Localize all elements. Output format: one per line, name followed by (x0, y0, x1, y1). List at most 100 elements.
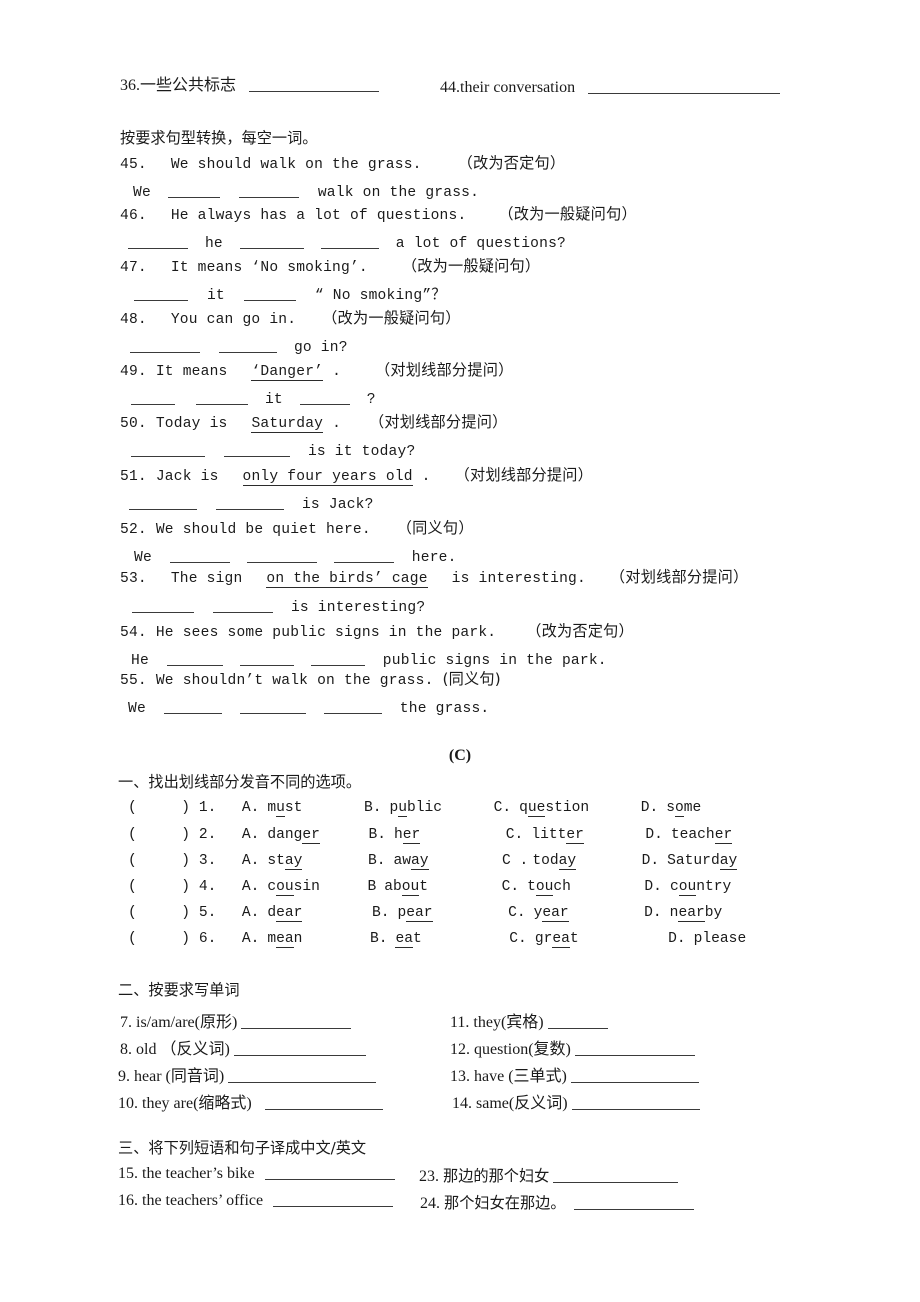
mc-paren-close[interactable]: ) (181, 800, 190, 816)
mc-option-2c[interactable]: C. litter (506, 827, 584, 844)
translate-item-16-blank[interactable] (273, 1191, 394, 1208)
question-55-blank-1[interactable] (163, 699, 222, 714)
mc-option-2a[interactable]: A. danger (242, 827, 320, 844)
question-52-blank-3[interactable] (333, 548, 394, 563)
question-53-prompt: 53. The sign on the birds’ cage is inter… (120, 569, 748, 588)
question-46-blank-1[interactable] (128, 234, 188, 249)
question-49-answer-mid: it (264, 391, 283, 408)
question-51-number: 51. (120, 469, 147, 485)
question-51-blank-2[interactable] (215, 495, 284, 510)
question-47-sentence: It means ‘No smoking’. (170, 260, 368, 276)
mc-option-1d[interactable]: D. some (641, 800, 701, 817)
question-49-blank-3[interactable] (299, 390, 350, 405)
mc-option-5c[interactable]: C. year (508, 905, 569, 922)
question-49-number: 49. (120, 364, 147, 380)
question-48-blank-1[interactable] (130, 338, 200, 353)
question-46-blank-2[interactable] (239, 234, 304, 249)
word-item-7-blank[interactable] (241, 1013, 352, 1029)
mc-option-3d-letter: D. (641, 853, 660, 869)
mc-option-6d[interactable]: D. please (668, 931, 746, 947)
word-item-9-blank[interactable] (228, 1067, 377, 1083)
question-55-sentence: We shouldn’t walk on the grass. (155, 673, 434, 689)
mc-paren-close[interactable]: ) (181, 853, 190, 869)
question-54-blank-3[interactable] (310, 651, 365, 666)
mc-option-3d[interactable]: D. Saturday (641, 853, 738, 870)
mc-paren-close[interactable]: ) (181, 931, 190, 947)
question-54-blank-1[interactable] (166, 651, 223, 666)
question-46-blank-3[interactable] (320, 234, 379, 249)
question-53-blank-1[interactable] (132, 598, 194, 613)
mc-option-1b[interactable]: B. public (364, 800, 442, 817)
word-item-14-blank[interactable] (571, 1094, 700, 1110)
question-49-sentence: It means (155, 364, 228, 380)
question-53-blank-2[interactable] (212, 598, 273, 613)
question-48-blank-2[interactable] (218, 338, 277, 353)
question-52-blank-1[interactable] (169, 548, 230, 563)
mc-question-4: ( ) 4. A. cousin Babout C. touch D. country (128, 879, 731, 896)
word-item-11-blank[interactable] (547, 1013, 608, 1029)
mc-option-2d-underlined: er (714, 827, 733, 844)
mc-option-3c-letter: C . (502, 853, 529, 869)
mc-option-1c-letter: C. (493, 800, 512, 816)
mc-option-4d-letter: D. (644, 879, 662, 895)
translate-item-24-number: 24. (420, 1195, 440, 1212)
translate-item-24-blank[interactable] (573, 1194, 694, 1210)
mc-option-4a[interactable]: A. cousin (242, 879, 320, 896)
item-36-blank[interactable] (249, 76, 380, 93)
mc-option-2a-pre: dang (267, 827, 303, 843)
mc-option-3c[interactable]: C . today (502, 853, 577, 870)
word-item-12-blank[interactable] (574, 1040, 695, 1056)
translate-item-16-label: the teachers’ office (142, 1192, 264, 1210)
mc-option-6c-letter: C. (509, 931, 527, 947)
part-c-heading: (C) (448, 747, 472, 764)
mc-option-3a[interactable]: A. stay (242, 853, 303, 870)
word-item-10-blank[interactable] (264, 1094, 383, 1110)
question-55-blank-2[interactable] (239, 699, 306, 714)
mc-option-6c[interactable]: C. great (509, 931, 579, 948)
question-51-blank-1[interactable] (129, 495, 197, 510)
mc-option-2b[interactable]: B. her (368, 827, 421, 844)
question-53-answer-suffix: is interesting? (290, 599, 426, 616)
mc-option-5d[interactable]: D. nearby (644, 905, 722, 922)
mc-option-5a[interactable]: A. dear (242, 905, 303, 922)
mc-option-4d[interactable]: D. country (644, 879, 731, 896)
question-45-blank-2[interactable] (238, 183, 299, 198)
question-50-blank-2[interactable] (223, 442, 290, 457)
question-45-blank-1[interactable] (167, 183, 220, 198)
item-44-blank[interactable] (588, 78, 781, 95)
translate-item-15-blank[interactable] (264, 1164, 395, 1181)
mc-option-5b[interactable]: B. pear (372, 905, 433, 922)
mc-option-1c[interactable]: C. question (493, 800, 589, 817)
question-54-sentence: He sees some public signs in the park. (155, 625, 497, 641)
mc-option-6c-pre: gr (534, 931, 553, 947)
word-item-8-blank[interactable] (233, 1040, 366, 1056)
mc-option-4c[interactable]: C. touch (502, 879, 571, 896)
question-49-tag: （对划线部分提问） (375, 361, 514, 379)
mc-option-3b[interactable]: B. away (368, 853, 429, 870)
question-49-blank-1[interactable] (131, 390, 175, 405)
item-36-label: 36.一些公共标志 (120, 77, 237, 95)
mc-question-6-number: 6. (198, 931, 217, 947)
question-55-blank-3[interactable] (323, 699, 382, 714)
mc-option-6a[interactable]: A. mean (242, 931, 302, 948)
question-52-number: 52. (120, 522, 147, 538)
question-48-answer-suffix: go in? (293, 339, 348, 356)
question-51-underlined: only four years old (242, 469, 413, 486)
question-49-blank-2[interactable] (195, 390, 248, 405)
question-47-blank-2[interactable] (243, 286, 296, 301)
mc-option-4b[interactable]: Babout (367, 879, 428, 896)
mc-paren-close[interactable]: ) (181, 879, 190, 895)
question-52-blank-2[interactable] (246, 548, 317, 563)
question-47-blank-1[interactable] (134, 286, 188, 301)
mc-option-1a[interactable]: A. must (242, 800, 302, 817)
question-50-blank-1[interactable] (131, 442, 205, 457)
mc-paren-close[interactable]: ) (181, 827, 190, 843)
mc-option-6b[interactable]: B. eat (370, 931, 422, 948)
question-53-underlined: on the birds’ cage (266, 571, 428, 588)
question-49-answer: it ? (131, 390, 376, 407)
translate-item-23-blank[interactable] (553, 1167, 679, 1183)
question-54-blank-2[interactable] (239, 651, 294, 666)
mc-paren-close[interactable]: ) (181, 905, 190, 921)
word-item-13-blank[interactable] (570, 1067, 699, 1083)
mc-option-2d[interactable]: D. teacher (645, 827, 733, 844)
